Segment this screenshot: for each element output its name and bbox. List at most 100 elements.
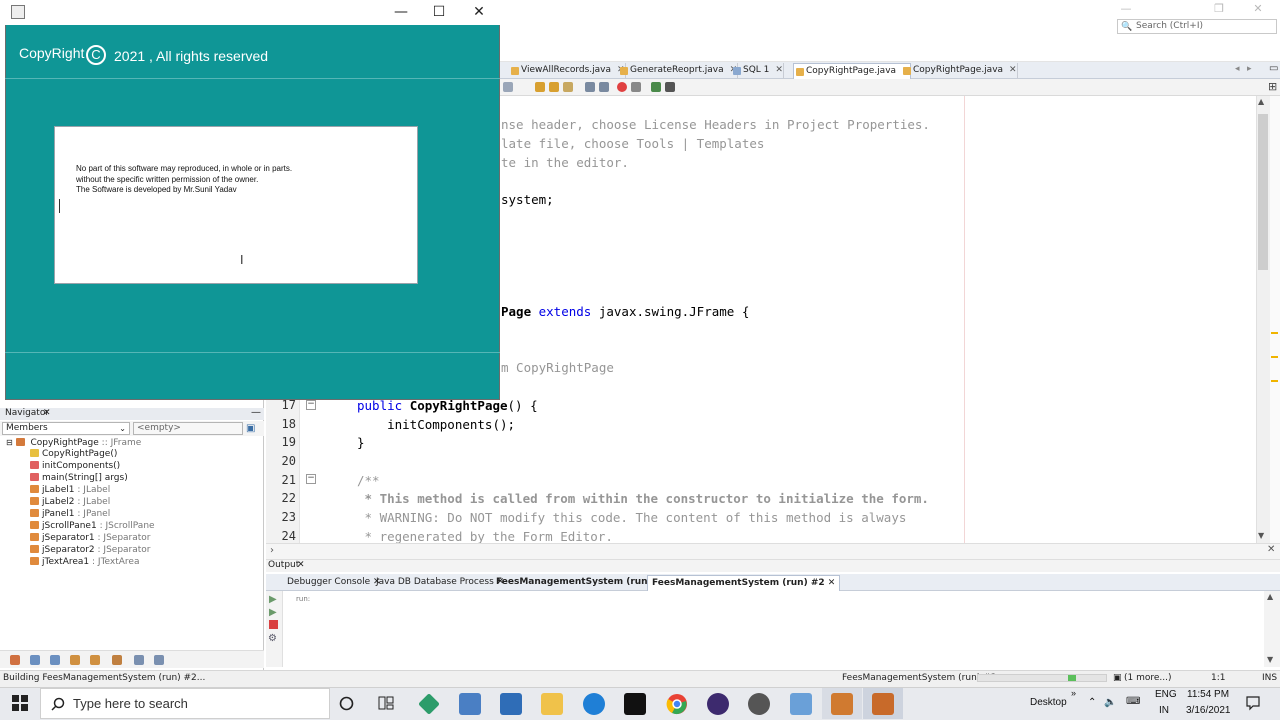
- tab-sql1[interactable]: SQL 1 ✕: [731, 63, 784, 79]
- rerun-with-options-icon[interactable]: ▶: [269, 607, 277, 618]
- notification-center-icon[interactable]: [1245, 695, 1261, 711]
- language-bottom[interactable]: IN: [1159, 705, 1169, 716]
- tab-fees-run[interactable]: FeesManagementSystem (run) ✕: [492, 575, 666, 591]
- language-top[interactable]: ENG: [1155, 689, 1177, 700]
- close-icon[interactable]: ✕: [1267, 544, 1275, 555]
- chrome-icon[interactable]: [666, 693, 688, 715]
- close-icon[interactable]: ✕: [775, 65, 783, 75]
- expand-icon[interactable]: ›: [270, 545, 274, 556]
- close-icon[interactable]: ✕: [1009, 65, 1017, 75]
- show-javadoc-icon[interactable]: [154, 655, 164, 665]
- tab-viewallrecords[interactable]: ViewAllRecords.java✕: [509, 63, 626, 79]
- desktop-toolbar-label[interactable]: Desktop: [1030, 697, 1067, 708]
- cortana-icon[interactable]: [339, 696, 354, 711]
- tree-item[interactable]: main(String[] args): [30, 473, 128, 484]
- close-icon[interactable]: ✕: [297, 560, 305, 570]
- java-app-taskbar-icon[interactable]: [872, 693, 894, 715]
- ide-maximize-icon[interactable]: ❐: [1212, 3, 1226, 15]
- toolbar-icon-find-next[interactable]: [549, 82, 559, 92]
- desktop-toolbar-arrow-icon[interactable]: »: [1071, 688, 1076, 698]
- toolbar-icon-uncomment[interactable]: [665, 82, 675, 92]
- split-editor-icon[interactable]: ⊞: [1268, 80, 1277, 93]
- tree-item[interactable]: jLabel2 : JLabel: [30, 497, 110, 508]
- keyboard-icon[interactable]: ⌨: [1126, 696, 1140, 707]
- edge-icon[interactable]: [583, 693, 605, 715]
- toolbar-icon-history[interactable]: [503, 82, 513, 92]
- minimize-panel-icon[interactable]: —: [251, 407, 261, 418]
- editor-horizontal-scrollbar[interactable]: › ✕: [266, 543, 1280, 560]
- ide-close-icon[interactable]: ✕: [1251, 3, 1265, 15]
- collapse-icon[interactable]: ⊟: [6, 438, 13, 447]
- copyright-textarea[interactable]: [54, 126, 418, 284]
- tree-item[interactable]: CopyRightPage(): [30, 449, 117, 460]
- error-stripe-mark[interactable]: [1271, 356, 1278, 358]
- tree-root[interactable]: ⊟ CopyRightPage :: JFrame: [6, 437, 141, 448]
- editor-scroll-thumb[interactable]: [1258, 114, 1268, 270]
- stop-macro-icon[interactable]: [631, 82, 641, 92]
- tab-debugger-console[interactable]: Debugger Console ✕: [283, 575, 385, 591]
- filter-fields-icon[interactable]: [10, 655, 20, 665]
- tab-copyrightpage-active[interactable]: CopyRightPage.java✕: [793, 63, 911, 79]
- tab-scroll-left-icon[interactable]: ◂: [1235, 64, 1240, 74]
- minimize-button[interactable]: —: [386, 3, 416, 21]
- tree-item[interactable]: jLabel1 : JLabel: [30, 485, 110, 496]
- members-select[interactable]: Members ⌄: [2, 422, 130, 435]
- navigator-settings-icon[interactable]: ▣: [246, 423, 255, 434]
- output-console[interactable]: run:: [284, 591, 1264, 667]
- sort-by-source-icon[interactable]: [134, 655, 144, 665]
- volume-icon[interactable]: 🔈: [1104, 697, 1116, 708]
- record-macro-icon[interactable]: [617, 82, 627, 92]
- ide-search-input[interactable]: 🔍 Search (Ctrl+I): [1117, 19, 1277, 34]
- maximize-button[interactable]: ☐: [424, 3, 454, 21]
- filter-select[interactable]: <empty>: [133, 422, 243, 435]
- java-icon[interactable]: [831, 693, 853, 715]
- toolbar-icon-find-prev[interactable]: [535, 82, 545, 92]
- obs-icon[interactable]: [748, 693, 770, 715]
- running-task-label[interactable]: FeesManagementSystem (run) #2: [842, 671, 996, 686]
- scroll-up-icon[interactable]: ▲: [1267, 592, 1273, 601]
- tab-scroll-right-icon[interactable]: ▸: [1247, 64, 1252, 74]
- tab-list-icon[interactable]: ▭: [1269, 63, 1278, 74]
- tab-fees-run-2[interactable]: FeesManagementSystem (run) #2 ✕: [647, 575, 841, 591]
- filter-static-icon[interactable]: [30, 655, 40, 665]
- close-icon[interactable]: ✕: [828, 578, 836, 588]
- ide-minimize-icon[interactable]: —: [1119, 3, 1133, 15]
- windows-start-icon[interactable]: [12, 695, 28, 711]
- show-hidden-icons-icon[interactable]: ⌃: [1088, 697, 1096, 708]
- sort-by-name-icon[interactable]: [112, 655, 122, 665]
- tree-item[interactable]: jTextArea1 : JTextArea: [30, 557, 139, 568]
- scroll-down-icon[interactable]: ▼: [1267, 655, 1273, 664]
- tree-item[interactable]: jSeparator2 : JSeparator: [30, 545, 151, 556]
- terminal-icon[interactable]: [624, 693, 646, 715]
- rerun-icon[interactable]: ▶: [269, 594, 277, 605]
- tab-copyrightpage-2[interactable]: CopyRightPage.java ✕: [901, 63, 1018, 79]
- tab-generatereport[interactable]: GenerateReoprt.java✕: [618, 63, 739, 79]
- filter-inherited-icon[interactable]: [70, 655, 80, 665]
- scroll-down-icon[interactable]: ▼: [1258, 531, 1264, 540]
- file-explorer-icon[interactable]: [541, 693, 563, 715]
- error-stripe-mark[interactable]: [1271, 380, 1278, 382]
- filter-nonpublic-icon[interactable]: [50, 655, 60, 665]
- mail-icon[interactable]: [459, 693, 481, 715]
- fold-collapse-icon[interactable]: −: [306, 400, 316, 410]
- toolbar-icon-shift-right[interactable]: [599, 82, 609, 92]
- tree-item[interactable]: initComponents(): [30, 461, 120, 472]
- fold-collapse-icon[interactable]: −: [306, 474, 316, 484]
- filter-private-icon[interactable]: [90, 655, 100, 665]
- tab-javadb-process[interactable]: Java DB Database Process ✕: [372, 575, 508, 591]
- error-stripe-mark[interactable]: [1271, 332, 1278, 334]
- task-view-icon[interactable]: [378, 695, 395, 711]
- clock-date[interactable]: 3/16/2021: [1186, 705, 1231, 716]
- toolbar-icon-shift-left[interactable]: [585, 82, 595, 92]
- output-scrollbar[interactable]: ▲ ▼: [1264, 591, 1280, 667]
- tree-item[interactable]: jScrollPane1 : JScrollPane: [30, 521, 155, 532]
- scroll-up-icon[interactable]: ▲: [1258, 97, 1264, 106]
- toolbar-icon-toggle-highlight[interactable]: [563, 82, 573, 92]
- tree-item[interactable]: jSeparator1 : JSeparator: [30, 533, 151, 544]
- settings-icon[interactable]: ⚙: [268, 633, 277, 644]
- stop-icon[interactable]: [269, 620, 278, 629]
- more-tasks-icon[interactable]: ▣: [1113, 671, 1122, 686]
- toolbar-icon-comment[interactable]: [651, 82, 661, 92]
- eclipse-icon[interactable]: [707, 693, 729, 715]
- more-tasks-link[interactable]: (1 more...): [1124, 671, 1172, 686]
